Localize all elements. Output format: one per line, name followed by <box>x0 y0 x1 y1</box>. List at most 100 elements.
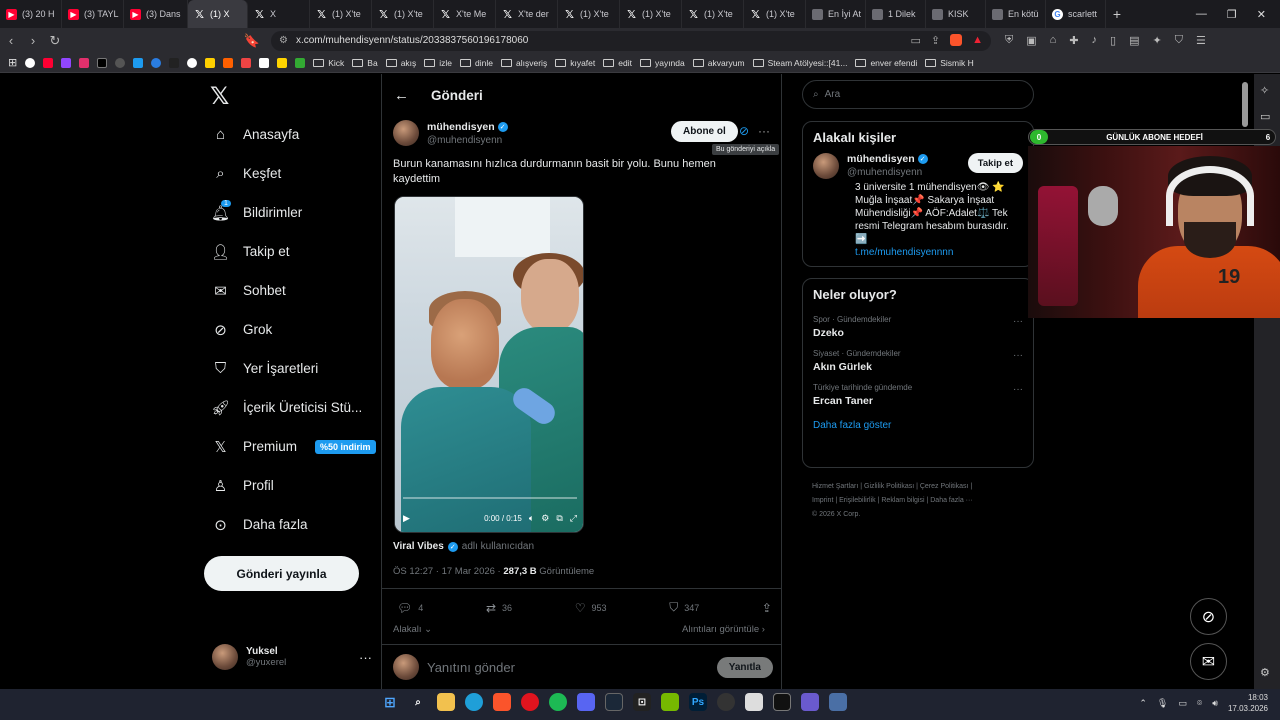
apps-icon[interactable]: ⊞ <box>8 56 17 69</box>
reply-button[interactable]: Yanıtla <box>716 656 773 678</box>
discord-icon[interactable] <box>577 693 595 711</box>
sidebar-toggle-icon[interactable]: ▯ <box>1110 34 1116 47</box>
bookmark-item[interactable]: dinle <box>460 58 493 68</box>
share-action[interactable]: ⇪ <box>762 600 772 615</box>
browser-tab[interactable]: 𝕏 (1) X'te <box>620 0 682 28</box>
edge-icon[interactable] <box>465 693 483 711</box>
subscribe-button[interactable]: Abone ol <box>671 121 738 142</box>
bookmark-action[interactable]: ⛉ 347 <box>669 600 699 615</box>
footer-line[interactable]: Hizmet Şartları | Gizlilik Politikası | … <box>812 480 1027 494</box>
nav-premium[interactable]: 𝕏 Premium %50 indirim <box>212 438 376 456</box>
nav-more[interactable]: ⊙ Daha fazla <box>212 516 307 534</box>
m-bookmark-icon[interactable] <box>241 57 252 68</box>
yellow-bookmark-icon[interactable] <box>277 57 288 68</box>
nav-bookmarks[interactable]: ⛉ Yer İşaretleri <box>212 360 318 377</box>
share-icon[interactable]: ⇪ <box>931 34 940 47</box>
wallet-icon[interactable]: ▣ <box>1026 34 1036 47</box>
account-switcher[interactable]: Yuksel @yuxerel ··· <box>212 644 372 670</box>
obs-icon[interactable] <box>717 693 735 711</box>
browser-tab[interactable]: 𝕏 (1) X'te <box>372 0 434 28</box>
play-icon[interactable]: ▶ <box>403 513 410 524</box>
browser-tab[interactable]: 𝕏 (1) X'te <box>310 0 372 28</box>
music-icon[interactable]: ♪ <box>1092 34 1098 47</box>
tray-expand-icon[interactable]: ⌃ <box>1139 698 1147 709</box>
play-bookmark-icon[interactable] <box>151 57 162 68</box>
bookmark-item[interactable]: alışveriş <box>501 58 547 68</box>
vpn-icon[interactable]: ⛨ <box>1005 34 1013 47</box>
post-button[interactable]: Gönderi yayınla <box>204 556 359 591</box>
microphone-icon[interactable]: 🎙︎ <box>1157 698 1168 709</box>
sahibinden-bookmark-icon[interactable] <box>205 57 216 68</box>
display-icon[interactable]: ▭ <box>1178 698 1187 709</box>
address-bar[interactable]: ⚙ x.com/muhendisyenn/status/203383756019… <box>271 30 991 51</box>
browser-tab[interactable]: En kötü <box>986 0 1046 28</box>
notepad-icon[interactable] <box>745 693 763 711</box>
cast-icon[interactable]: ▭ <box>910 34 920 47</box>
browser-tab[interactable]: Gscarlett <box>1046 0 1106 28</box>
brave-shields-icon[interactable] <box>950 34 963 46</box>
bookmark-page-icon[interactable]: 🔖 <box>241 33 263 49</box>
repost-action[interactable]: ⇄ 36 <box>486 600 512 615</box>
search-taskbar-icon[interactable]: ⌕ <box>409 693 427 711</box>
related-person-avatar[interactable] <box>813 153 839 179</box>
start-icon[interactable]: ⊞ <box>381 693 399 711</box>
browser-tab[interactable]: ▶ (3) 20 H <box>0 0 62 28</box>
post-more-icon[interactable]: ··· <box>758 124 770 138</box>
volume-icon[interactable]: 🔈︎ <box>529 513 534 524</box>
bookmark-item[interactable]: akış <box>385 58 416 68</box>
hepsiburada-bookmark-icon[interactable] <box>223 57 234 68</box>
browser-tab[interactable]: KISK <box>926 0 986 28</box>
browser-tab[interactable]: 𝕏 (1) X'te <box>682 0 744 28</box>
nav-explore[interactable]: ⌕ Keşfet <box>212 165 281 182</box>
messages-float-button[interactable]: ✉ <box>1190 643 1227 680</box>
bookmark-item[interactable]: Steam Atölyesi::[41... <box>752 58 847 68</box>
nav-chat[interactable]: ✉ Sohbet <box>212 282 286 300</box>
minimize-icon[interactable]: — <box>1196 8 1207 21</box>
network-icon[interactable]: ⌾ <box>1197 698 1202 709</box>
page-scrollbar[interactable] <box>1242 82 1248 127</box>
close-icon[interactable]: ✕ <box>1257 8 1266 21</box>
youtube-bookmark-icon[interactable] <box>43 57 54 68</box>
brave-rewards-icon[interactable]: ▲ <box>972 34 983 47</box>
bookmark-item[interactable]: Kick <box>313 58 344 68</box>
nvidia-icon[interactable] <box>661 693 679 711</box>
k-bookmark-icon[interactable] <box>295 57 306 68</box>
browser-tab[interactable]: 1 Dilek <box>866 0 926 28</box>
nav-grok[interactable]: ⊘ Grok <box>212 321 272 339</box>
pip-icon[interactable]: ⧉ <box>556 513 562 524</box>
leo-side-icon[interactable]: ✧ <box>1260 84 1269 97</box>
like-action[interactable]: ♡ 953 <box>575 600 607 615</box>
trend-item[interactable]: Türkiye tarihinde gündemde Ercan Taner ·… <box>803 378 1033 412</box>
related-dropdown[interactable]: Alakalı ⌄ <box>393 624 432 635</box>
bookmark-item[interactable]: Ba <box>352 58 378 68</box>
spotify-icon[interactable] <box>549 693 567 711</box>
file-explorer-icon[interactable] <box>437 693 455 711</box>
browser-tab[interactable]: 𝕏 (1) X'te <box>744 0 806 28</box>
chart-bookmark-icon[interactable] <box>133 57 144 68</box>
bookmark-item[interactable]: edit <box>603 58 632 68</box>
grok-explain-icon[interactable]: ⊘ <box>739 124 749 138</box>
fullscreen-icon[interactable]: ⤢ <box>570 513 577 524</box>
bookmark-item[interactable]: akvaryum <box>692 58 745 68</box>
bookmark-item[interactable]: kıyafet <box>555 58 595 68</box>
author-avatar[interactable] <box>393 120 419 146</box>
menu-icon[interactable]: ☰ <box>1196 34 1206 47</box>
obs-bookmark-icon[interactable] <box>187 57 198 68</box>
wallet2-icon[interactable]: ▤ <box>1129 34 1139 47</box>
translate-icon[interactable]: ⌂ <box>1050 34 1057 47</box>
browser-tab[interactable]: 𝕏 (1) X'te <box>558 0 620 28</box>
trend-more-icon[interactable]: ··· <box>1013 384 1023 395</box>
instagram-bookmark-icon[interactable] <box>79 57 90 68</box>
bookmark-item[interactable]: Sismik H <box>925 58 974 68</box>
reload-icon[interactable]: ↻ <box>44 33 66 49</box>
reading-list-icon[interactable]: ▭ <box>1260 110 1270 123</box>
vpn2-icon[interactable]: ⛉ <box>1175 34 1183 47</box>
nav-follow[interactable]: 👤︎ Takip et <box>211 243 290 261</box>
show-more-link[interactable]: Daha fazla göster <box>803 412 1033 443</box>
side-settings-icon[interactable]: ⚙ <box>1260 666 1270 679</box>
video-player[interactable]: ▶ 0:00 / 0:15 🔈︎ ⚙ ⧉ ⤢ <box>394 196 584 533</box>
video-progress-bar[interactable] <box>403 497 577 499</box>
reply-action[interactable]: 💬︎ 4 <box>397 600 423 615</box>
related-person[interactable]: mühendisyen ✓ @muhendisyenn Takip et <box>803 153 1033 179</box>
forward-icon[interactable]: › <box>22 33 44 48</box>
